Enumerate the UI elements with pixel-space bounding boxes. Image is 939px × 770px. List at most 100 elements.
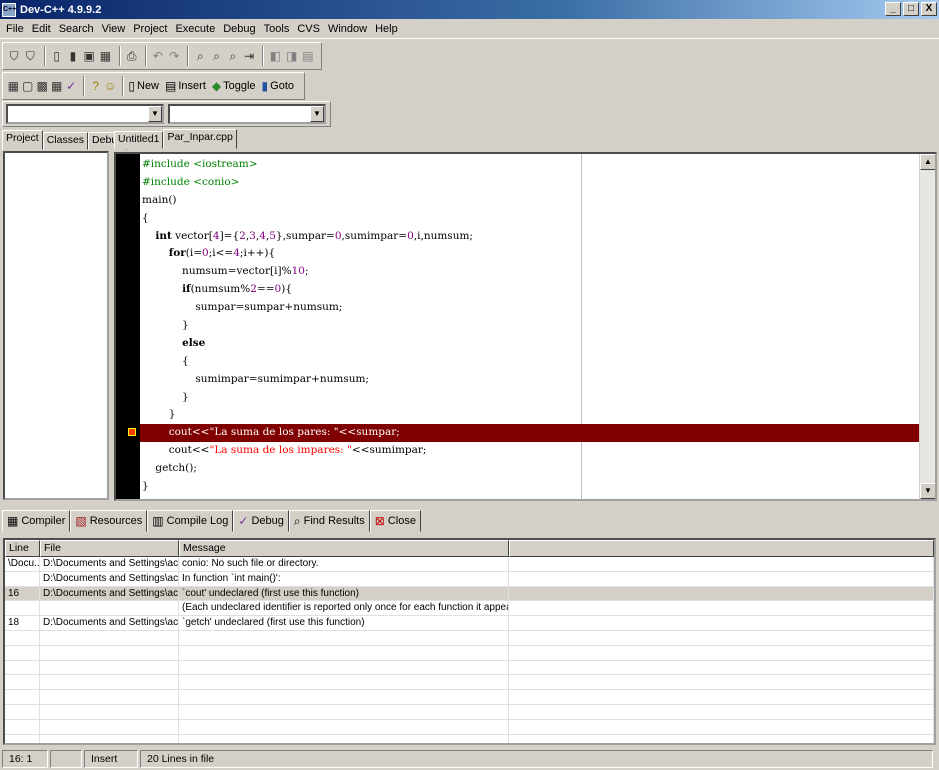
save-icon[interactable]: ▮ [66, 47, 80, 65]
close-button[interactable]: X [921, 2, 937, 16]
tab-find-results[interactable]: ⌕ Find Results [288, 510, 370, 532]
tab-compile-log[interactable]: ▥ Compile Log [147, 510, 234, 532]
goto-button[interactable]: ▮ Goto [262, 79, 294, 93]
code-line[interactable]: getch(); [140, 460, 919, 478]
run-icon[interactable]: ▢ [21, 77, 33, 95]
code-line[interactable]: { [140, 353, 919, 371]
toggle-button[interactable]: ◆ Toggle [212, 79, 256, 93]
code-line[interactable]: #include <conio> [140, 174, 919, 192]
project-tree[interactable] [3, 151, 109, 500]
code-line[interactable]: sumpar=sumpar+numsum; [140, 299, 919, 317]
redo-icon[interactable]: ↷ [167, 47, 181, 65]
tab-untitled1[interactable]: Untitled1 [114, 131, 164, 149]
add-to-project-icon[interactable]: ◨ [285, 47, 299, 65]
minimize-button[interactable]: _ [885, 2, 901, 16]
code-editor[interactable]: #include <iostream> #include <conio> main(… [114, 152, 937, 501]
menu-help[interactable]: Help [371, 23, 402, 35]
tab-debug-output[interactable]: ✓ Debug [233, 510, 289, 532]
column-header-filler [509, 540, 934, 557]
menu-debug[interactable]: Debug [219, 23, 259, 35]
class-combo[interactable]: ▼ [6, 104, 164, 124]
menu-view[interactable]: View [98, 23, 130, 35]
table-row[interactable]: \Docu...D:\Documents and Settings\acorre… [5, 557, 934, 572]
status-bar: 16: 1 Insert 20 Lines in file [0, 749, 939, 769]
column-header-line[interactable]: Line [5, 540, 40, 557]
rebuild-icon[interactable]: ▦ [50, 77, 62, 95]
code-line[interactable]: #include <iostream> [140, 156, 919, 174]
code-line[interactable]: sumimpar=sumimpar+numsum; [140, 371, 919, 389]
result-file-cell: D:\Documents and Settings\acorrea\... [40, 616, 179, 630]
empty-table-row [5, 630, 934, 646]
menu-window[interactable]: Window [324, 23, 371, 35]
tab-compiler[interactable]: ▦ Compiler [2, 510, 71, 532]
chevron-down-icon[interactable]: ▼ [310, 106, 324, 122]
insert-button[interactable]: ▤ Insert [165, 79, 206, 93]
column-header-file[interactable]: File [40, 540, 179, 557]
menu-search[interactable]: Search [55, 23, 98, 35]
code-line[interactable]: else [140, 335, 919, 353]
chevron-down-icon[interactable]: ▼ [148, 106, 162, 122]
save-all-icon[interactable]: ▣ [82, 47, 96, 65]
undo-icon[interactable]: ↶ [151, 47, 165, 65]
code-line[interactable]: } [140, 478, 919, 496]
open-project-icon[interactable]: ⛉ [7, 47, 21, 65]
code-line[interactable]: } [140, 389, 919, 407]
column-header-message[interactable]: Message [179, 540, 509, 557]
compile-icon[interactable]: ▦ [7, 77, 19, 95]
code-line[interactable]: numsum=vector[i]%10; [140, 263, 919, 281]
menu-cvs[interactable]: CVS [293, 23, 324, 35]
editor-gutter[interactable] [116, 154, 140, 499]
menu-edit[interactable]: Edit [28, 23, 55, 35]
menu-file[interactable]: File [2, 23, 28, 35]
tab-resources[interactable]: ▧ Resources [70, 510, 148, 532]
empty-cell [179, 719, 509, 734]
debug-check-icon[interactable]: ✓ [65, 77, 77, 95]
code-line[interactable]: cout<<"La suma de los impares: "<<sumimp… [140, 442, 919, 460]
help-icon[interactable]: ? [89, 77, 101, 95]
about-icon[interactable]: ☺ [104, 77, 116, 95]
code-line[interactable]: { [140, 210, 919, 228]
menu-tools[interactable]: Tools [260, 23, 294, 35]
tab-project[interactable]: Project [2, 130, 43, 150]
code-line[interactable]: if(numsum%2==0){ [140, 281, 919, 299]
table-row[interactable]: 18D:\Documents and Settings\acorrea\...`… [5, 616, 934, 631]
tab-par-inpar[interactable]: Par_Inpar.cpp [163, 129, 237, 149]
separator [43, 46, 46, 66]
new-button[interactable]: ▯ New [128, 79, 159, 93]
table-row[interactable]: 16D:\Documents and Settings\acorrea\...`… [5, 586, 934, 602]
code-line[interactable]: int vector[4]={2,3,4,5},sumpar=0,sumimpa… [140, 228, 919, 246]
print-icon[interactable]: ⎙ [125, 47, 139, 65]
empty-cell [179, 734, 509, 743]
goto-line-icon[interactable]: ⇥ [242, 47, 256, 65]
scroll-up-icon[interactable]: ▲ [920, 154, 935, 170]
menu-project[interactable]: Project [129, 23, 171, 35]
code-area[interactable]: #include <iostream> #include <conio> main(… [128, 156, 919, 496]
find-next-icon[interactable]: ⌕ [226, 47, 240, 65]
separator [144, 46, 147, 66]
left-panel-tabs: Project Classes Debug [2, 130, 127, 150]
find-icon[interactable]: ⌕ [193, 47, 207, 65]
remove-from-project-icon[interactable]: ◧ [268, 47, 282, 65]
tab-close[interactable]: ⊠ Close [369, 510, 421, 532]
open-file-icon[interactable]: ⛉ [23, 47, 37, 65]
code-line[interactable]: main() [140, 192, 919, 210]
empty-cell [509, 704, 934, 719]
table-row[interactable]: D:\Documents and Settings\acorrea\...In … [5, 571, 934, 587]
tab-classes[interactable]: Classes [42, 132, 89, 150]
code-line[interactable]: for(i=0;i<=4;i++){ [140, 245, 919, 263]
replace-icon[interactable]: ⌕ [210, 47, 224, 65]
code-line[interactable]: } [140, 317, 919, 335]
menu-execute[interactable]: Execute [171, 23, 219, 35]
scroll-down-icon[interactable]: ▼ [920, 483, 935, 499]
project-options-icon[interactable]: ▤ [301, 47, 315, 65]
close-file-icon[interactable]: ▦ [98, 47, 112, 65]
member-combo[interactable]: ▼ [168, 104, 326, 124]
code-line[interactable]: cout<<"La suma de los pares: "<<sumpar; [128, 424, 919, 443]
table-row[interactable]: (Each undeclared identifier is reported … [5, 601, 934, 617]
compile-run-icon[interactable]: ▩ [36, 77, 48, 95]
maximize-button[interactable]: □ [903, 2, 919, 16]
code-line[interactable]: } [140, 406, 919, 424]
vertical-scrollbar[interactable]: ▲ ▼ [919, 154, 935, 499]
new-file-icon[interactable]: ▯ [50, 47, 64, 65]
empty-cell [509, 645, 934, 660]
